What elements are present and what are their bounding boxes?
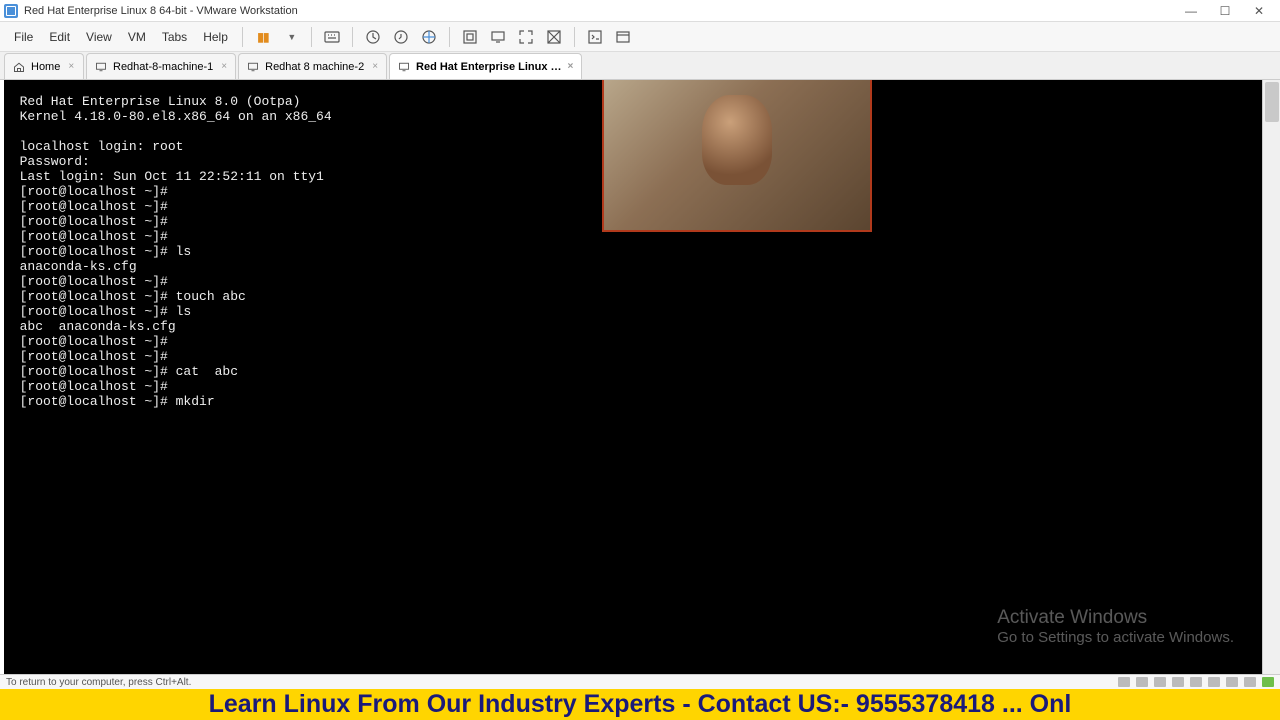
send-ctrl-alt-del-button[interactable] [320,25,344,49]
library-icon [615,29,631,45]
fullscreen-console-button[interactable] [486,25,510,49]
snapshot-button[interactable] [361,25,385,49]
tab-label: Redhat 8 machine-2 [265,61,364,73]
statusbar: To return to your computer, press Ctrl+A… [0,675,1280,689]
vm-icon [247,61,259,73]
console-icon [587,29,603,45]
tab-label: Redhat-8-machine-1 [113,61,213,73]
maximize-button[interactable]: ☐ [1208,2,1242,20]
home-icon [13,61,25,73]
separator [449,27,450,47]
tab-home[interactable]: Home × [4,53,84,79]
menubar: File Edit View VM Tabs Help ▮▮ ▼ [0,22,1280,52]
usb-icon[interactable] [1190,677,1202,687]
menu-edit[interactable]: Edit [41,26,78,48]
tab-label: Home [31,61,60,73]
clock-back-icon [393,29,409,45]
power-menu-button[interactable]: ▼ [279,25,303,49]
titlebar: Red Hat Enterprise Linux 8 64-bit - VMwa… [0,0,1280,22]
vm-icon [398,61,410,73]
floppy-icon[interactable] [1154,677,1166,687]
menu-view[interactable]: View [78,26,120,48]
tab-redhat-machine-1[interactable]: Redhat-8-machine-1 × [86,53,236,79]
close-icon[interactable]: × [372,61,378,72]
menu-file[interactable]: File [6,26,41,48]
scrollbar-thumb[interactable] [1265,82,1279,122]
app-icon [4,4,18,18]
watermark-subtitle: Go to Settings to activate Windows. [997,629,1234,646]
fit-guest-button[interactable] [458,25,482,49]
windows-activation-watermark: Activate Windows Go to Settings to activ… [997,607,1234,646]
scrollbar[interactable] [1262,80,1280,674]
library-button[interactable] [611,25,635,49]
network-icon[interactable] [1172,677,1184,687]
close-icon[interactable]: × [221,61,227,72]
menu-tabs[interactable]: Tabs [154,26,195,48]
clock-icon [365,29,381,45]
close-button[interactable]: ✕ [1242,2,1276,20]
printer-icon[interactable] [1226,677,1238,687]
separator [574,27,575,47]
separator [352,27,353,47]
pause-icon: ▮▮ [257,30,268,44]
fullscreen-icon [518,29,534,45]
display-icon[interactable] [1244,677,1256,687]
chevron-down-icon: ▼ [287,32,296,42]
menu-vm[interactable]: VM [120,26,154,48]
close-icon[interactable]: × [68,61,74,72]
keyboard-icon [324,29,340,45]
message-icon[interactable] [1262,677,1274,687]
webcam-overlay [602,80,872,232]
quick-switch-button[interactable] [583,25,607,49]
device-status-icons [1118,677,1274,687]
promo-banner: Learn Linux From Our Industry Experts - … [0,689,1280,720]
separator [242,27,243,47]
snapshot-manager-button[interactable] [417,25,441,49]
fit-icon [462,29,478,45]
hdd-icon[interactable] [1118,677,1130,687]
sound-icon[interactable] [1208,677,1220,687]
revert-snapshot-button[interactable] [389,25,413,49]
display-icon [490,29,506,45]
vm-console-area: Red Hat Enterprise Linux 8.0 (Ootpa) Ker… [0,80,1280,675]
enter-fullscreen-button[interactable] [514,25,538,49]
banner-text: Learn Linux From Our Industry Experts - … [209,690,1072,719]
tab-label: Red Hat Enterprise Linux … [416,61,561,73]
status-text: To return to your computer, press Ctrl+A… [6,677,191,688]
tabbar: Home × Redhat-8-machine-1 × Redhat 8 mac… [0,52,1280,80]
snapshot-manager-icon [421,29,437,45]
separator [311,27,312,47]
minimize-button[interactable]: — [1174,2,1208,20]
window-title: Red Hat Enterprise Linux 8 64-bit - VMwa… [24,5,1174,17]
close-icon[interactable]: × [568,61,574,72]
unity-icon [546,29,562,45]
tab-redhat-machine-2[interactable]: Redhat 8 machine-2 × [238,53,387,79]
menu-help[interactable]: Help [195,26,236,48]
vm-icon [95,61,107,73]
pause-button[interactable]: ▮▮ [251,25,275,49]
watermark-title: Activate Windows [997,607,1234,629]
cd-icon[interactable] [1136,677,1148,687]
tab-redhat-enterprise-linux[interactable]: Red Hat Enterprise Linux … × [389,53,582,79]
unity-button[interactable] [542,25,566,49]
